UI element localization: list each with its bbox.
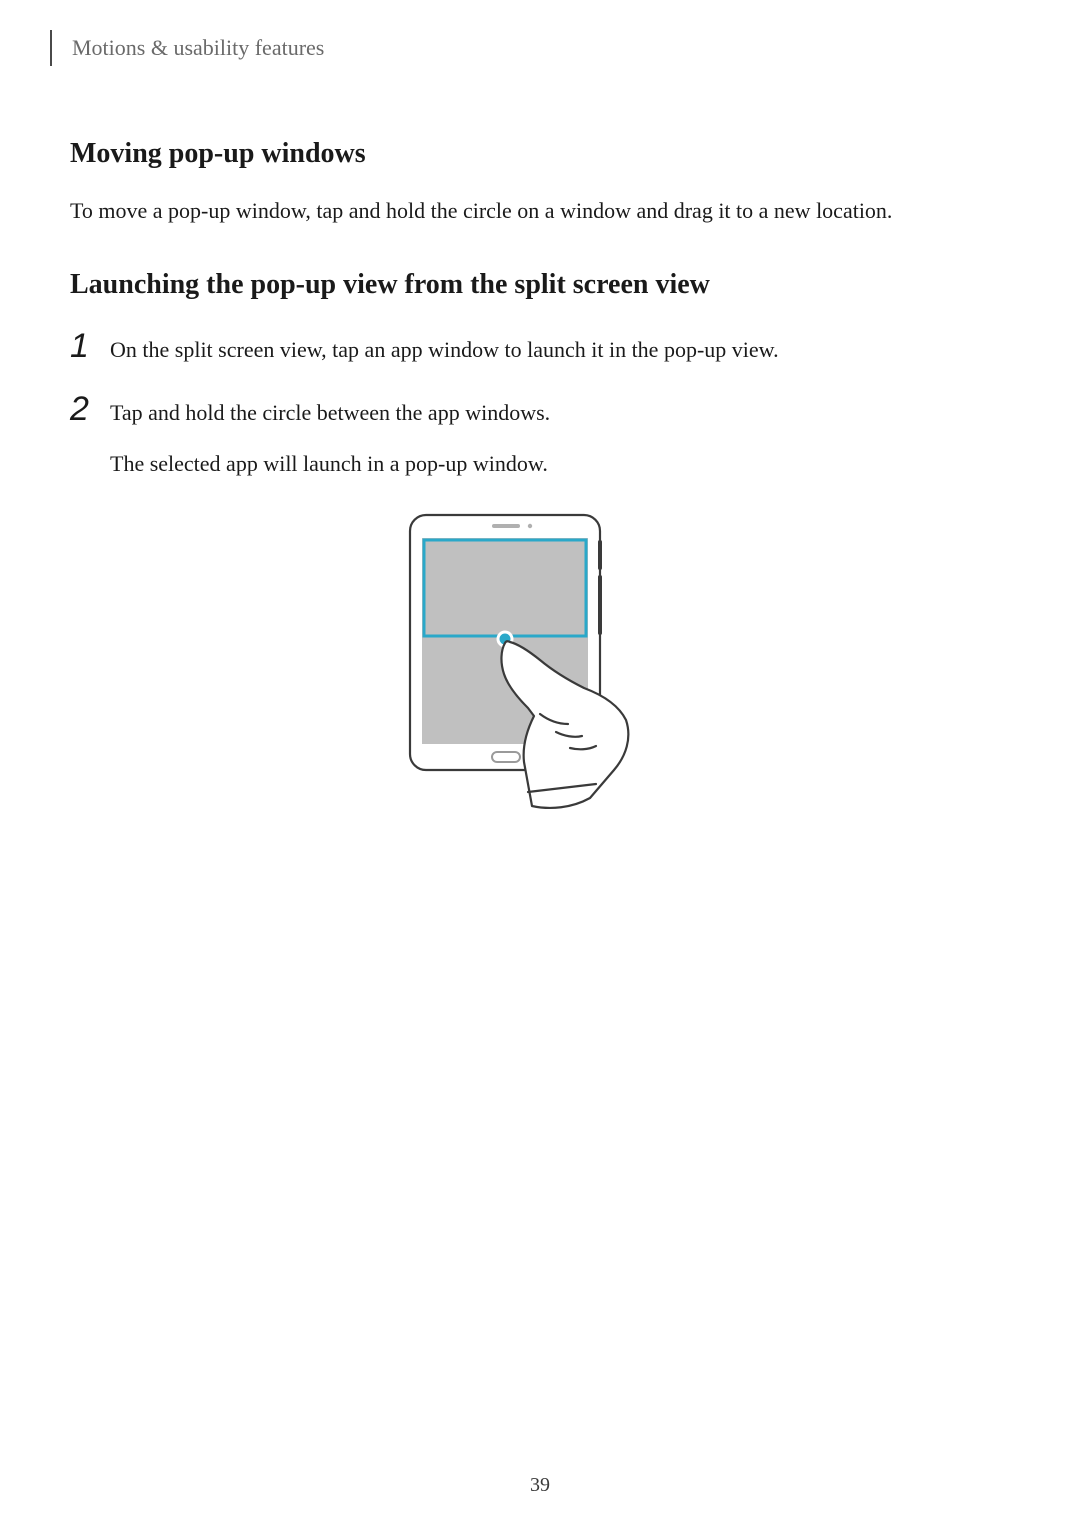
tablet-gesture-illustration [400, 510, 680, 880]
step-text: On the split screen view, tap an app win… [110, 329, 779, 366]
section-heading-launching: Launching the pop-up view from the split… [70, 269, 1010, 301]
step-item: 1 On the split screen view, tap an app w… [70, 329, 1010, 366]
breadcrumb: Motions & usability features [72, 35, 324, 61]
step-item: 2 Tap and hold the circle between the ap… [70, 392, 1010, 480]
page-number: 39 [530, 1474, 550, 1497]
section-heading-moving: Moving pop-up windows [70, 138, 1010, 170]
illustration-container [70, 510, 1010, 880]
step-number: 1 [70, 329, 110, 363]
body-text-moving: To move a pop-up window, tap and hold th… [70, 194, 1010, 227]
header-bar: Motions & usability features [50, 30, 1010, 66]
step-text: Tap and hold the circle between the app … [110, 392, 550, 429]
step-number: 2 [70, 392, 110, 426]
step-list: 1 On the split screen view, tap an app w… [70, 329, 1010, 480]
step-subtext: The selected app will launch in a pop-up… [110, 447, 550, 480]
